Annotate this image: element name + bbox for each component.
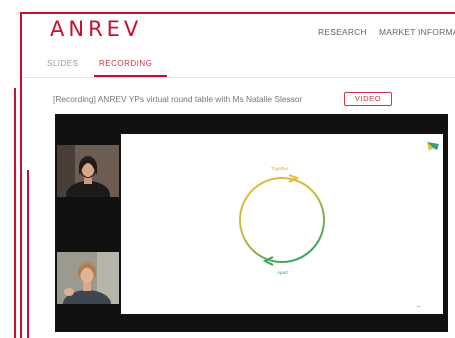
slide-page-mark — [417, 306, 420, 307]
slide-graphic: Together Apart — [239, 142, 439, 307]
participant-2-image — [57, 252, 119, 304]
participant-video-2 — [57, 252, 119, 304]
nav-research[interactable]: RESEARCH — [318, 27, 367, 37]
slide-label-together: Together — [271, 166, 289, 171]
site-header: ANREV RESEARCH MARKET INFORMA — [22, 14, 455, 54]
left-outer-border — [14, 88, 16, 338]
nav-market-information[interactable]: MARKET INFORMA — [379, 27, 455, 37]
participant-1-image — [57, 145, 119, 197]
tab-recording[interactable]: RECORDING — [99, 59, 152, 68]
page: ANREV RESEARCH MARKET INFORMA SLIDES REC… — [0, 0, 455, 338]
recording-title: [Recording] ANREV YPs virtual round tabl… — [53, 94, 303, 104]
tab-slides[interactable]: SLIDES — [47, 59, 78, 68]
slide-label-apart: Apart — [277, 270, 289, 275]
slide-logo-icon — [427, 142, 439, 151]
video-badge[interactable]: VIDEO — [344, 92, 392, 106]
anrev-logo[interactable]: ANREV — [50, 17, 142, 41]
left-inner-border — [27, 170, 29, 338]
presentation-slide: Together Apart — [121, 134, 443, 314]
content-tabs: SLIDES RECORDING — [22, 54, 455, 78]
video-player[interactable]: Together Apart — [55, 114, 448, 332]
participant-video-1 — [57, 145, 119, 197]
tabs-divider — [22, 77, 455, 78]
